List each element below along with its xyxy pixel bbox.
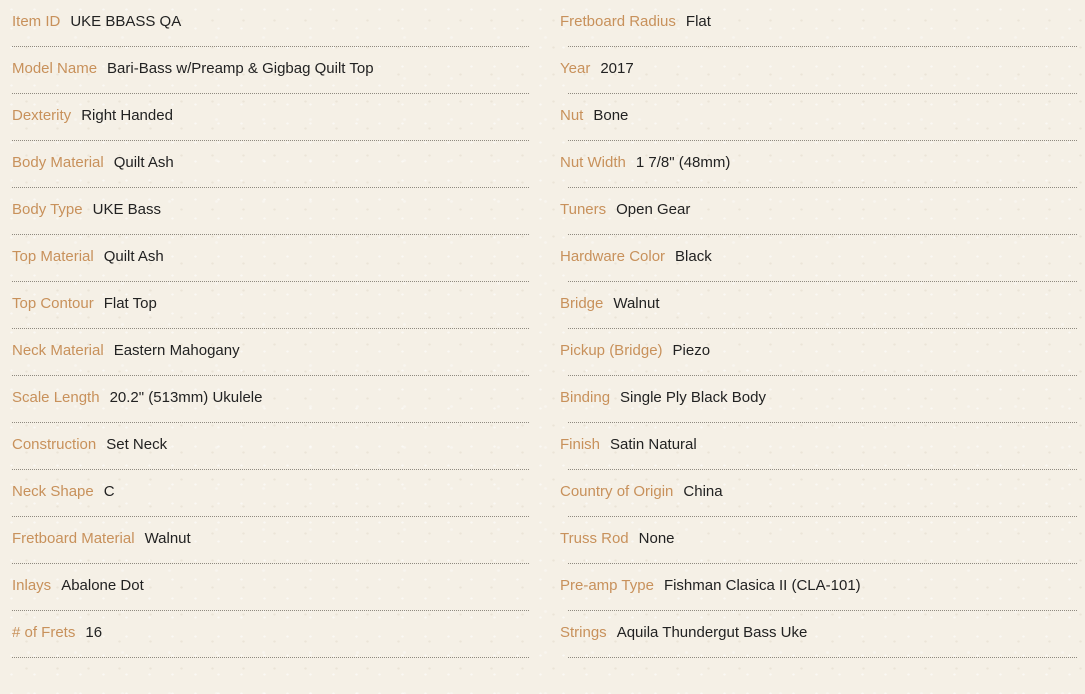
spec-value: Walnut [144,530,191,547]
spec-value: 2017 [600,60,634,77]
spec-label: Bridge [560,295,604,312]
spec-label: Tuners [560,201,607,218]
spec-label: Pickup (Bridge) [560,342,663,359]
spec-row-construction: Construction Set Neck [12,423,529,470]
spec-value: Set Neck [106,436,168,453]
spec-label: Fretboard Material [12,530,135,547]
spec-row-fretboard-material: Fretboard Material Walnut [12,517,529,564]
spec-row-inlays: Inlays Abalone Dot [12,564,529,611]
spec-label: Construction [12,436,97,453]
spec-row-top-material: Top Material Quilt Ash [12,235,529,282]
spec-label: Fretboard Radius [560,13,676,30]
spec-value: Quilt Ash [113,154,174,171]
spec-value: UKE Bass [92,201,161,218]
spec-row-body-material: Body Material Quilt Ash [12,141,529,188]
spec-row-number-of-frets: # of Frets 16 [12,611,529,658]
spec-label: Hardware Color [560,248,666,265]
spec-value: Single Ply Black Body [620,389,766,406]
spec-value: C [103,483,115,500]
spec-label: Top Contour [12,295,94,312]
spec-label: Neck Material [12,342,104,359]
spec-row-fretboard-radius: Fretboard Radius Flat [560,0,1077,47]
spec-value: 16 [85,624,103,641]
spec-row-binding: Binding Single Ply Black Body [560,376,1077,423]
spec-row-top-contour: Top Contour Flat Top [12,282,529,329]
spec-label: Body Type [12,201,83,218]
spec-label: Scale Length [12,389,100,406]
spec-value: Abalone Dot [61,577,144,594]
spec-label: Model Name [12,60,98,77]
spec-value: UKE BBASS QA [70,13,182,30]
spec-value: Quilt Ash [103,248,164,265]
spec-label: Top Material [12,248,94,265]
spec-row-nut: Nut Bone [560,94,1077,141]
spec-label: Dexterity [12,107,72,124]
spec-value: None [638,530,675,547]
spec-row-model-name: Model Name Bari-Bass w/Preamp & Gigbag Qu… [12,47,529,94]
spec-value: 1 7/8" (48mm) [635,154,731,171]
spec-value: Flat Top [103,295,157,312]
spec-value: Walnut [613,295,660,312]
spec-row-truss-rod: Truss Rod None [560,517,1077,564]
spec-row-pre-amp-type: Pre-amp Type Fishman Clasica II (CLA-101) [560,564,1077,611]
spec-label: Inlays [12,577,52,594]
spec-value: Black [675,248,712,265]
spec-row-scale-length: Scale Length 20.2" (513mm) Ukulele [12,376,529,423]
spec-row-finish: Finish Satin Natural [560,423,1077,470]
spec-column-left: Item ID UKE BBASS QA Model Name Bari-Bass … [12,0,529,658]
spec-label: Pre-amp Type [560,577,654,594]
spec-label: Nut [560,107,584,124]
spec-label: Neck Shape [12,483,94,500]
spec-label: Nut Width [560,154,626,171]
spec-row-pickup-bridge: Pickup (Bridge) Piezo [560,329,1077,376]
spec-row-neck-material: Neck Material Eastern Mahogany [12,329,529,376]
spec-row-body-type: Body Type UKE Bass [12,188,529,235]
spec-row-hardware-color: Hardware Color Black [560,235,1077,282]
spec-value: Bari-Bass w/Preamp & Gigbag Quilt Top [107,60,374,77]
spec-sheet: Item ID UKE BBASS QA Model Name Bari-Bass … [0,0,1085,694]
spec-value: Bone [593,107,629,124]
spec-value: Fishman Clasica II (CLA-101) [663,577,861,594]
spec-row-item-id: Item ID UKE BBASS QA [12,0,529,47]
spec-value: China [683,483,723,500]
spec-value: Satin Natural [610,436,697,453]
spec-row-dexterity: Dexterity Right Handed [12,94,529,141]
spec-label: Binding [560,389,611,406]
spec-row-neck-shape: Neck Shape C [12,470,529,517]
spec-label: # of Frets [12,624,76,641]
spec-label: Item ID [12,13,61,30]
spec-label: Body Material [12,154,104,171]
spec-value: Open Gear [616,201,691,218]
spec-row-strings: Strings Aquila Thundergut Bass Uke [560,611,1077,658]
spec-row-tuners: Tuners Open Gear [560,188,1077,235]
spec-label: Year [560,60,591,77]
spec-column-right: Fretboard Radius Flat Year 2017 Nut Bone Nu… [560,0,1077,658]
spec-row-year: Year 2017 [560,47,1077,94]
spec-value: Flat [685,13,711,30]
spec-value: Eastern Mahogany [113,342,240,359]
spec-row-nut-width: Nut Width 1 7/8" (48mm) [560,141,1077,188]
spec-value: Right Handed [81,107,173,124]
spec-label: Country of Origin [560,483,674,500]
spec-value: Piezo [672,342,711,359]
spec-row-bridge: Bridge Walnut [560,282,1077,329]
spec-label: Strings [560,624,607,641]
spec-row-country-of-origin: Country of Origin China [560,470,1077,517]
spec-label: Finish [560,436,601,453]
spec-value: Aquila Thundergut Bass Uke [616,624,808,641]
spec-label: Truss Rod [560,530,629,547]
spec-value: 20.2" (513mm) Ukulele [109,389,263,406]
